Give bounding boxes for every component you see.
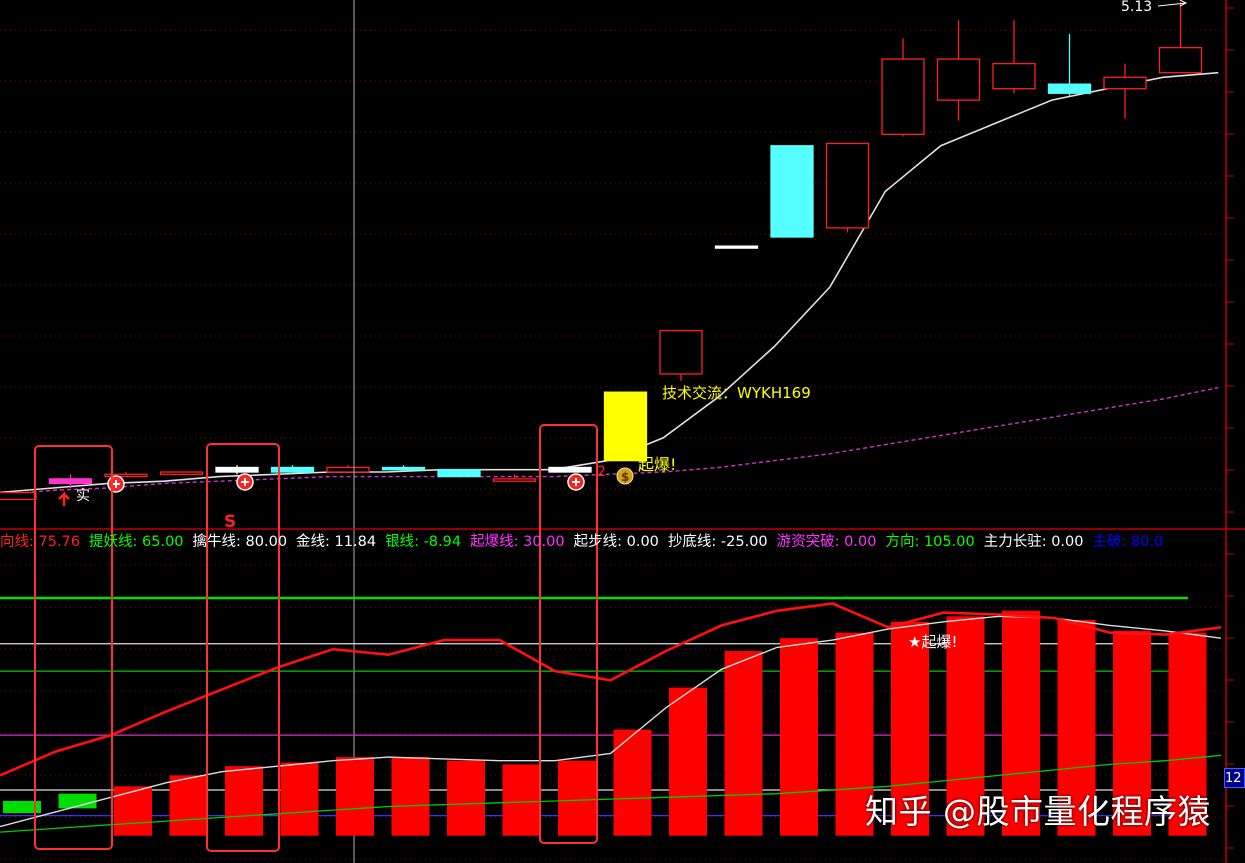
indicator-value: 11.84 [334,534,377,550]
indicator-bar [669,687,707,836]
right-axis-tag: 12 [1224,768,1245,788]
indicator-separator: : [711,534,721,550]
indicator-name: 方向 [885,534,915,550]
breakout-label: 起爆! [638,455,676,474]
candle-body [48,478,93,485]
indicator-name: 提妖线 [89,534,133,550]
indicator-bar [169,775,208,836]
indicator-value: 80.00 [245,534,288,550]
indicator-item: 向线: 75.76 [0,534,80,550]
marker-label-shi: 实 [76,488,90,504]
candle-body [270,466,315,473]
marker-label-s: S [224,512,236,532]
indicator-name: 起步线 [573,534,618,550]
indicator-bar [447,760,485,836]
indicator-item: 银线: -8.94 [385,534,461,550]
indicator-separator: : [29,534,39,550]
indicator-value: -8.94 [423,534,462,550]
indicator-item: 擒牛线: 80.00 [193,534,288,550]
indicator-separator: : [132,534,143,550]
indicator-bar [336,757,374,836]
candle-body [1047,83,1092,94]
indicator-name: 游资突破 [776,534,835,550]
annotation-text: 技术交流：WYKH169 [662,384,811,402]
stock-chart: $ 5.13 技术交流：WYKH169 起爆! 实 S 2 ★起爆! [0,0,1245,863]
candle-body [992,62,1036,90]
candle-body [770,145,814,238]
highlight-box [34,445,113,850]
indicator-bar [558,760,596,836]
candle-body [492,478,537,482]
indicator-item: 起步线: 0.00 [574,534,659,550]
indicator-bar [391,757,430,836]
indicator-name: 向线 [0,534,29,550]
indicator-separator: : [414,534,424,550]
indicator-item: 主破: 80.0 [1093,534,1164,550]
indicator-bar [724,651,763,836]
indicator-bar: 向线: 75.76 提妖线: 65.00 擒牛线: 80.00 金线: 11.84 银线… [0,531,1172,553]
indicator-bar [280,762,319,836]
indicator-item: 提妖线: 65.00 [89,534,184,550]
indicator-item: 游资突破: 0.00 [777,534,877,550]
indicator-value: 80.0 [1131,534,1164,550]
indicator-value: -25.00 [720,534,768,550]
price-arrow-icon [1157,0,1188,7]
marker-label-2: 2 [597,464,606,480]
candle-body [326,466,370,473]
price-label: 5.13 [1121,0,1152,15]
upper-candles [0,2,1203,501]
indicator-bar [780,638,818,836]
indicator-value: 0.00 [844,534,877,550]
candle-body [881,58,925,135]
lower-breakout-label: ★起爆! [908,633,957,651]
indicator-value: 75.76 [38,534,81,550]
candle-body [381,466,426,471]
chart-texts: 5.13 技术交流：WYKH169 起爆! 实 S 2 ★起爆! [76,0,1152,651]
candle-body [548,466,592,473]
indicator-separator: : [1041,534,1052,550]
indicator-value: 30.00 [523,534,565,550]
indicator-value: 105.00 [923,534,975,550]
indicator-name: 银线 [385,534,415,550]
indicator-bar [114,786,152,836]
candle-body [215,466,259,473]
candle-body [0,491,37,501]
indicator-name: 主破 [1092,534,1122,550]
indicator-name: 金线 [296,534,326,550]
indicator-bar [502,764,541,836]
indicator-bar [225,766,263,836]
indicator-separator: : [513,534,524,550]
candle-body [1158,46,1203,74]
up-arrow-icon [58,490,70,506]
candle-body [825,142,870,229]
candle-body [714,245,759,249]
indicator-separator: : [834,534,845,550]
right-axis-ticks [1226,7,1234,849]
indicator-name: 擒牛线 [192,534,237,550]
candle-body [603,391,648,462]
indicator-item: 方向: 105.00 [885,534,974,550]
indicator-item: 抄底线: -25.00 [668,534,768,550]
candle-body [659,329,703,375]
indicator-item: 主力长驻: 0.00 [984,534,1084,550]
candle-body [437,469,481,478]
indicator-value: 0.00 [1051,534,1084,550]
indicator-name: 起爆线 [470,534,514,550]
indicator-separator: : [325,534,335,550]
indicator-value: 0.00 [626,534,659,550]
candle-body [159,471,204,475]
indicator-separator: : [617,534,627,550]
indicator-item: 金线: 11.84 [296,534,376,550]
candle-body [1103,76,1147,90]
watermark: 知乎 @股市量化程序猿 [865,792,1211,831]
dollar-icon-glyph: $ [621,470,629,484]
indicator-name: 抄底线 [667,534,712,550]
indicator-value: 65.00 [142,534,184,550]
candle-body [936,58,981,101]
indicator-separator: : [914,534,924,550]
indicator-item: 起爆线: 30.00 [470,534,565,550]
indicator-separator: : [1121,534,1131,550]
indicator-separator: : [236,534,246,550]
indicator-name: 主力长驻 [983,534,1042,550]
